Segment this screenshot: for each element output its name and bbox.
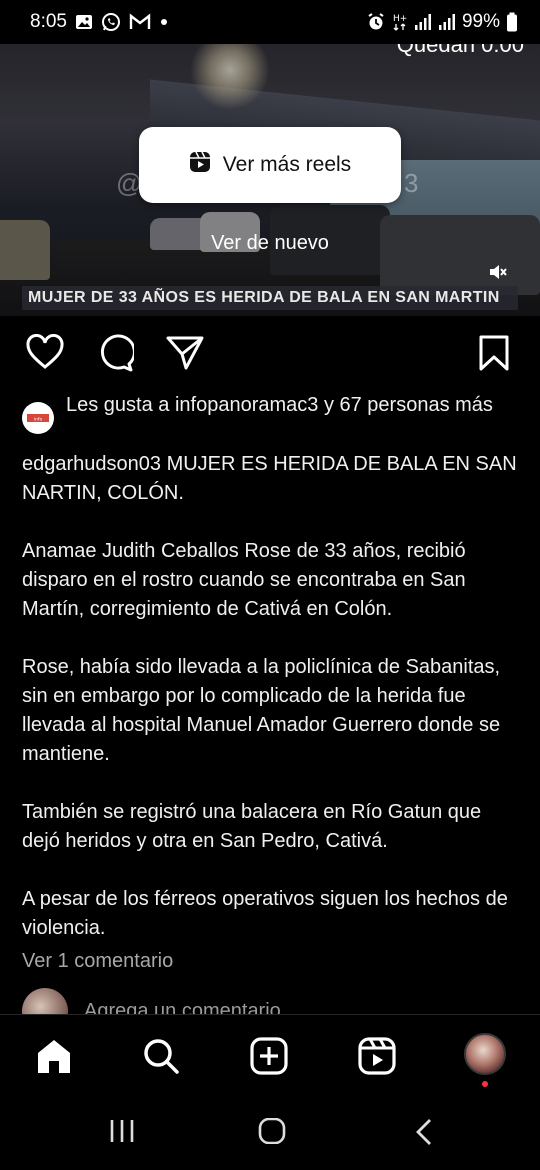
more-reels-button[interactable]: Ver más reels bbox=[139, 127, 401, 203]
system-navigation bbox=[0, 1092, 540, 1170]
recents-icon[interactable] bbox=[108, 1118, 136, 1149]
user-avatar bbox=[22, 988, 68, 1014]
watermark-tail: 3 bbox=[404, 168, 419, 198]
post-caption: edgarhudson03 MUJER ES HERIDA DE BALA EN… bbox=[22, 450, 522, 943]
reels-icon bbox=[189, 151, 211, 179]
more-reels-label: Ver más reels bbox=[222, 153, 352, 176]
bookmark-icon[interactable] bbox=[478, 334, 510, 377]
caption-text: MUJER ES HERIDA DE BALA EN SAN NARTIN, C… bbox=[22, 453, 517, 939]
hd-icon: H+ bbox=[392, 12, 408, 32]
signal-icon bbox=[438, 13, 456, 31]
share-icon[interactable] bbox=[166, 334, 204, 377]
bottom-navigation bbox=[0, 1014, 540, 1092]
signal-icon bbox=[414, 13, 432, 31]
add-comment-input[interactable]: Agrega un comentario... bbox=[84, 988, 297, 1014]
whatsapp-icon bbox=[101, 12, 121, 32]
profile-avatar[interactable] bbox=[464, 1033, 506, 1087]
avatar bbox=[464, 1033, 506, 1075]
search-icon[interactable] bbox=[142, 1037, 180, 1080]
likes-text: Les gusta a infopanoramac3 y 67 personas… bbox=[66, 394, 493, 416]
reel-video[interactable]: Quedan 0:00 @ 3 Ver más reels Ver de nue… bbox=[0, 40, 540, 316]
status-bar: 8:05 H+ 99% bbox=[0, 0, 540, 44]
view-comments-link[interactable]: Ver 1 comentario bbox=[22, 950, 173, 973]
video-headline: MUJER DE 33 AÑOS ES HERIDA DE BALA EN SA… bbox=[22, 286, 518, 310]
likes-row[interactable]: info Les gusta a infopanoramac3 y 67 per… bbox=[22, 392, 522, 434]
heart-icon[interactable] bbox=[26, 334, 64, 375]
create-icon[interactable] bbox=[250, 1037, 288, 1080]
caption-username[interactable]: edgarhudson03 bbox=[22, 453, 161, 475]
alarm-icon bbox=[366, 12, 386, 32]
add-comment-row[interactable]: Agrega un comentario... bbox=[22, 988, 522, 1014]
clock: 8:05 bbox=[30, 11, 67, 32]
svg-text:H+: H+ bbox=[393, 14, 407, 24]
home-icon[interactable] bbox=[34, 1037, 74, 1080]
mute-icon[interactable] bbox=[488, 262, 508, 287]
comment-icon[interactable] bbox=[96, 334, 136, 377]
replay-button[interactable]: Ver de nuevo bbox=[0, 232, 540, 255]
gmail-icon bbox=[129, 13, 151, 31]
battery-icon bbox=[506, 12, 518, 32]
post-actions bbox=[26, 334, 514, 374]
reels-icon[interactable] bbox=[358, 1037, 396, 1080]
battery-level: 99% bbox=[461, 11, 500, 32]
liker-avatar: info bbox=[22, 402, 54, 434]
home-button-icon[interactable] bbox=[258, 1117, 286, 1149]
dot-icon bbox=[159, 17, 169, 27]
gallery-icon bbox=[75, 13, 93, 31]
back-icon[interactable] bbox=[412, 1118, 436, 1151]
svg-text:info: info bbox=[34, 417, 43, 423]
notification-dot bbox=[482, 1081, 488, 1087]
